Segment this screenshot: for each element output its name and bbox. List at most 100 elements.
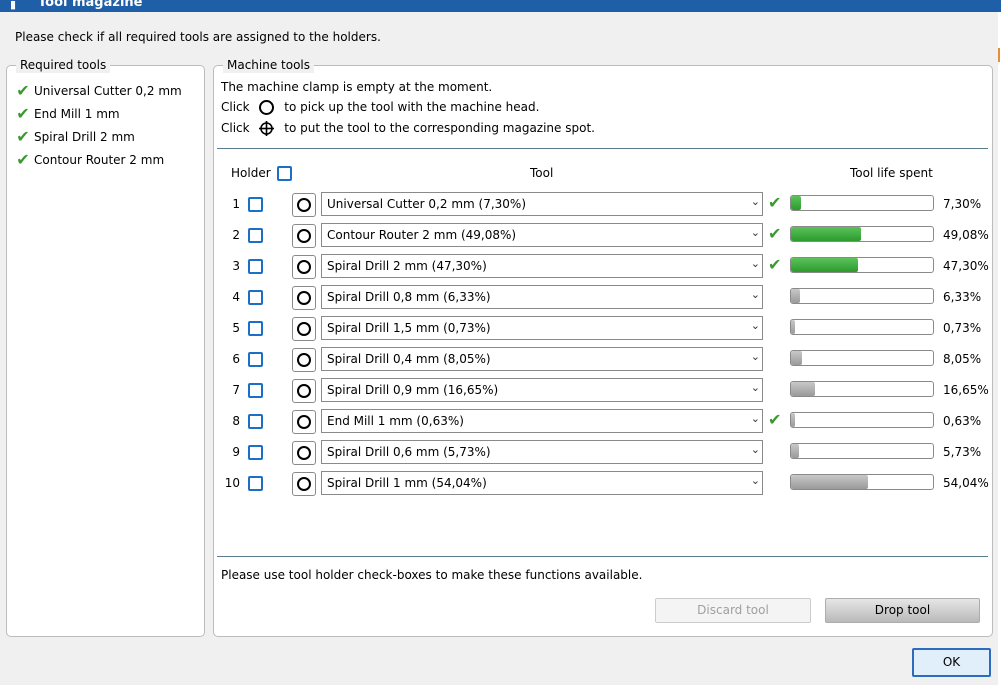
- ok-button[interactable]: OK: [912, 648, 991, 677]
- tool-life-bar: [790, 412, 934, 428]
- pick-up-icon: [297, 198, 311, 212]
- tool-life-percent: 47,30%: [943, 259, 989, 273]
- holder-checkbox[interactable]: [248, 197, 263, 212]
- holder-number: 1: [232, 197, 240, 211]
- pick-up-icon: [297, 353, 311, 367]
- tool-select[interactable]: Spiral Drill 2 mm (47,30%) ⌄: [321, 254, 763, 278]
- machine-status-text: The machine clamp is empty at the moment…: [221, 80, 493, 94]
- holder-checkbox[interactable]: [248, 321, 263, 336]
- pick-up-button[interactable]: [292, 441, 316, 465]
- life-header: Tool life spent: [850, 166, 933, 180]
- pick-up-icon: [297, 415, 311, 429]
- holder-checkbox[interactable]: [248, 414, 263, 429]
- tool-select-value: Spiral Drill 2 mm (47,30%): [327, 259, 487, 273]
- tool-select[interactable]: End Mill 1 mm (0,63%) ⌄: [321, 409, 763, 433]
- check-icon: ✔: [16, 127, 30, 146]
- put-instruction-prefix: Click: [221, 121, 250, 135]
- required-tool-item: ✔ Contour Router 2 mm: [12, 148, 182, 171]
- tool-holder-row: 5 Spiral Drill 1,5 mm (0,73%) ⌄ 0,73%: [214, 316, 986, 342]
- window-title: Tool magazine: [38, 0, 143, 10]
- crosshair-icon: [259, 121, 275, 136]
- holder-number: 7: [232, 383, 240, 397]
- tool-select[interactable]: Contour Router 2 mm (49,08%) ⌄: [321, 223, 763, 247]
- chevron-down-icon: ⌄: [750, 412, 760, 425]
- pick-instruction-suffix: to pick up the tool with the machine hea…: [284, 100, 540, 114]
- holder-checkbox[interactable]: [248, 228, 263, 243]
- holder-number: 8: [232, 414, 240, 428]
- tool-select-value: Spiral Drill 0,4 mm (8,05%): [327, 352, 491, 366]
- tool-life-bar: [790, 474, 934, 490]
- pick-up-button[interactable]: [292, 472, 316, 496]
- tool-select-value: Contour Router 2 mm (49,08%): [327, 228, 517, 242]
- chevron-down-icon: ⌄: [750, 288, 760, 301]
- pick-up-button[interactable]: [292, 255, 316, 279]
- discard-tool-button[interactable]: Discard tool: [655, 598, 811, 623]
- chevron-down-icon: ⌄: [750, 195, 760, 208]
- drop-tool-button[interactable]: Drop tool: [825, 598, 980, 623]
- pick-up-button[interactable]: [292, 286, 316, 310]
- pick-up-icon: [259, 100, 275, 115]
- tool-life-bar: [790, 381, 934, 397]
- tool-life-percent: 6,33%: [943, 290, 982, 304]
- holder-checkbox[interactable]: [248, 445, 263, 460]
- holder-checkbox[interactable]: [248, 290, 263, 305]
- tool-life-bar: [790, 288, 934, 304]
- holder-checkbox[interactable]: [248, 383, 263, 398]
- tool-select[interactable]: Spiral Drill 0,6 mm (5,73%) ⌄: [321, 440, 763, 464]
- tool-select-value: End Mill 1 mm (0,63%): [327, 414, 464, 428]
- pick-up-button[interactable]: [292, 379, 316, 403]
- title-bar: ▮ Tool magazine: [0, 0, 1001, 12]
- tool-select[interactable]: Spiral Drill 0,4 mm (8,05%) ⌄: [321, 347, 763, 371]
- tool-select[interactable]: Universal Cutter 0,2 mm (7,30%) ⌄: [321, 192, 763, 216]
- tool-select-value: Spiral Drill 1 mm (54,04%): [327, 476, 487, 490]
- holder-header: Holder: [231, 166, 293, 181]
- pick-up-icon: [297, 322, 311, 336]
- tool-holder-row: 7 Spiral Drill 0,9 mm (16,65%) ⌄ 16,65%: [214, 378, 989, 404]
- tool-select-value: Universal Cutter 0,2 mm (7,30%): [327, 197, 526, 211]
- pick-up-button[interactable]: [292, 348, 316, 372]
- pick-up-icon: [297, 446, 311, 460]
- tool-select[interactable]: Spiral Drill 0,8 mm (6,33%) ⌄: [321, 285, 763, 309]
- holder-checkbox[interactable]: [248, 259, 263, 274]
- holder-checkbox[interactable]: [248, 476, 263, 491]
- tool-life-percent: 49,08%: [943, 228, 989, 242]
- pick-up-button[interactable]: [292, 410, 316, 434]
- pick-up-button[interactable]: [292, 224, 316, 248]
- pick-up-button[interactable]: [292, 193, 316, 217]
- tool-life-fill: [791, 351, 802, 365]
- chevron-down-icon: ⌄: [750, 443, 760, 456]
- tool-select-value: Spiral Drill 1,5 mm (0,73%): [327, 321, 491, 335]
- tool-select-value: Spiral Drill 0,6 mm (5,73%): [327, 445, 491, 459]
- required-tool-label: End Mill 1 mm: [34, 106, 120, 121]
- machine-tools-legend: Machine tools: [223, 57, 315, 73]
- chevron-down-icon: ⌄: [750, 226, 760, 239]
- check-icon: ✔: [768, 224, 782, 243]
- put-instruction: Click to put the tool to the correspondi…: [221, 121, 595, 136]
- tool-life-bar: [790, 350, 934, 366]
- tool-life-bar: [790, 443, 934, 459]
- tool-select-value: Spiral Drill 0,9 mm (16,65%): [327, 383, 499, 397]
- chevron-down-icon: ⌄: [750, 381, 760, 394]
- check-icon: ✔: [768, 193, 782, 212]
- check-icon: ✔: [16, 104, 30, 123]
- pick-instruction-prefix: Click: [221, 100, 250, 114]
- tool-holder-row: 4 Spiral Drill 0,8 mm (6,33%) ⌄ 6,33%: [214, 285, 986, 311]
- pick-up-icon: [297, 477, 311, 491]
- bottom-separator: [217, 556, 988, 557]
- select-all-checkbox[interactable]: [277, 166, 293, 181]
- check-icon: ✔: [16, 150, 30, 169]
- tool-select[interactable]: Spiral Drill 1 mm (54,04%) ⌄: [321, 471, 763, 495]
- tool-life-bar: [790, 257, 934, 273]
- top-separator: [217, 148, 988, 149]
- tool-holder-row: 10 Spiral Drill 1 mm (54,04%) ⌄ 54,04%: [214, 471, 989, 497]
- app-icon: ▮: [10, 0, 17, 11]
- tool-life-percent: 5,73%: [943, 445, 982, 459]
- tool-select[interactable]: Spiral Drill 0,9 mm (16,65%) ⌄: [321, 378, 763, 402]
- tool-select[interactable]: Spiral Drill 1,5 mm (0,73%) ⌄: [321, 316, 763, 340]
- tool-life-percent: 8,05%: [943, 352, 982, 366]
- holder-checkbox[interactable]: [248, 352, 263, 367]
- required-tool-label: Spiral Drill 2 mm: [34, 129, 135, 144]
- tool-life-percent: 54,04%: [943, 476, 989, 490]
- pick-up-button[interactable]: [292, 317, 316, 341]
- tool-select-value: Spiral Drill 0,8 mm (6,33%): [327, 290, 491, 304]
